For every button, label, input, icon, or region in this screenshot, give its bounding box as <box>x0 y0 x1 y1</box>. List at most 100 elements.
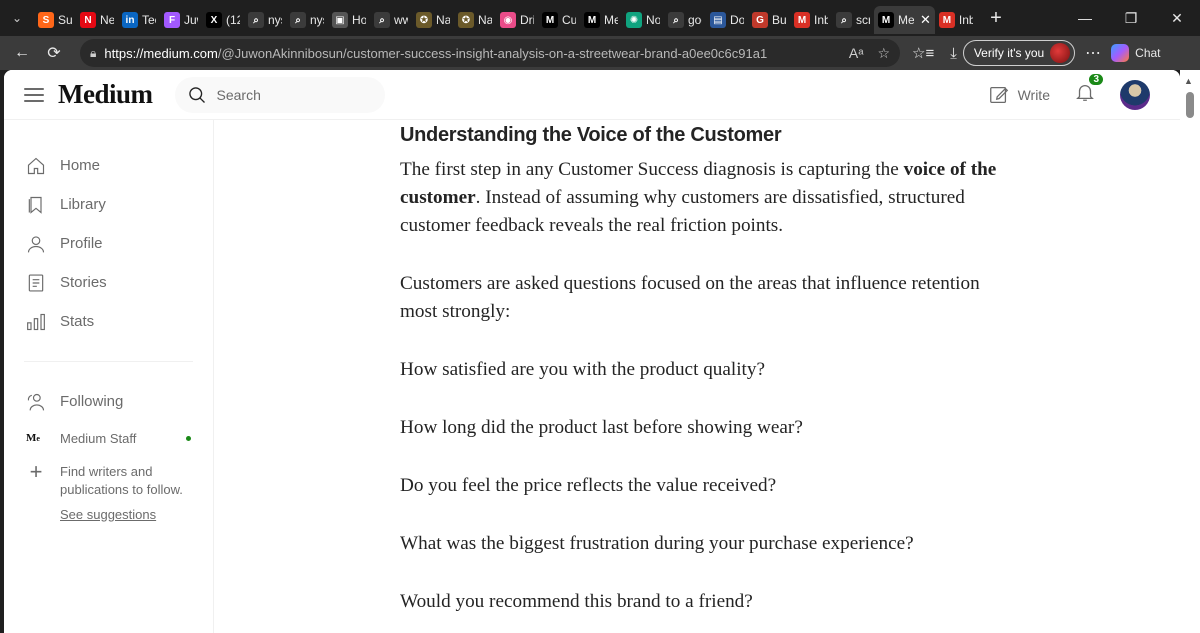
tab-title: Inb <box>814 13 828 27</box>
tab-title: Me <box>604 13 618 27</box>
maximize-button[interactable]: ❐ <box>1108 0 1154 36</box>
download-icon[interactable]: ⤓ <box>950 45 957 62</box>
browser-tab[interactable]: M Me <box>580 6 622 34</box>
site-info-icon[interactable]: 🔒︎ <box>90 46 96 61</box>
gmail-icon: M <box>938 12 955 28</box>
more-options-icon[interactable]: ⋯ <box>1085 43 1101 63</box>
sidebar-item-stats[interactable]: Stats <box>4 302 213 341</box>
write-label: Write <box>1017 86 1050 103</box>
search-icon: ⌕ <box>290 12 306 28</box>
tab-title: Nat <box>436 13 450 27</box>
medium-header: Medium Write 3 <box>4 70 1180 120</box>
notifications-button[interactable]: 3 <box>1074 73 1104 108</box>
tab-title: Me <box>898 13 914 27</box>
browser-tab[interactable]: ✪ Nat <box>454 6 496 34</box>
browser-tab[interactable]: ⌕ scre <box>832 6 874 34</box>
browser-tab[interactable]: ✪ Nat <box>412 6 454 34</box>
scroll-up-arrow-icon[interactable]: ▲ <box>1184 76 1193 86</box>
new-tab-button[interactable]: + <box>981 7 1011 30</box>
copilot-icon <box>1111 44 1130 62</box>
following-medium-staff[interactable]: Me Medium Staff <box>4 421 213 455</box>
browser-tab[interactable]: ⌕ goo <box>664 6 706 34</box>
tab-title: nys <box>310 13 324 27</box>
browser-tab[interactable]: M Me ✕ <box>874 6 935 34</box>
sidebar-item-stories[interactable]: Stories <box>4 263 213 302</box>
url-path: /@JuwonAkinnibosun/customer-success-insi… <box>217 45 768 61</box>
scrollbar-track[interactable] <box>1180 70 1200 633</box>
sidebar-item-library[interactable]: Library <box>4 185 213 224</box>
search-box[interactable] <box>174 76 385 113</box>
url-text[interactable]: https://medium.com/@JuwonAkinnibosun/cus… <box>104 46 849 61</box>
question-paragraph: How long did the product last before sho… <box>400 417 803 438</box>
tab-title: Tec <box>142 13 156 27</box>
figma-icon: F <box>164 12 180 28</box>
browser-tab[interactable]: ◉ Dri <box>496 6 538 34</box>
browser-tab[interactable]: ⌕ nys <box>244 6 286 34</box>
tab-title: Ho <box>352 13 366 27</box>
url-bar[interactable]: 🔒︎ https://medium.com/@JuwonAkinnibosun/… <box>80 39 900 67</box>
chat-label: Chat <box>1135 46 1161 60</box>
search-icon: ⌕ <box>248 12 264 28</box>
tab-title: Not <box>646 13 660 27</box>
stories-icon <box>28 274 44 291</box>
gmail-icon: M <box>794 12 810 28</box>
scrollbar-thumb[interactable] <box>1186 92 1194 118</box>
favorite-star-icon[interactable]: ☆ <box>877 45 890 62</box>
medium-icon: M <box>542 12 558 28</box>
question-paragraph: Do you feel the price reflects the value… <box>400 475 777 496</box>
see-suggestions-link[interactable]: See suggestions <box>4 507 213 522</box>
browser-tab[interactable]: ▣ Ho <box>328 6 370 34</box>
tab-actions-chevron-icon[interactable]: ⌄ <box>0 0 34 36</box>
bookmark-icon <box>28 196 42 214</box>
question-paragraph: How satisfied are you with the product q… <box>400 359 766 380</box>
tab-title: ww <box>394 13 408 27</box>
browser-tab[interactable]: X (12) <box>202 6 244 34</box>
sidebar-item-label: Home <box>60 157 101 174</box>
notification-badge: 3 <box>1088 73 1104 86</box>
refresh-icon[interactable]: ⟳ <box>40 39 68 67</box>
browser-tab[interactable]: F Juw <box>160 6 202 34</box>
copilot-chat-button[interactable]: Chat <box>1111 44 1161 62</box>
browser-tab[interactable]: M Inb <box>935 6 977 34</box>
openai-icon: ✺ <box>626 12 642 28</box>
read-aloud-icon[interactable]: Aᵃ <box>849 45 864 62</box>
sidebar-item-label: Profile <box>60 235 103 252</box>
user-avatar[interactable] <box>1120 79 1150 110</box>
medium-icon: M <box>584 12 600 28</box>
verify-label: Verify it's you <box>973 46 1045 60</box>
browser-tab[interactable]: N Net <box>76 6 118 34</box>
following-icon <box>27 393 45 410</box>
browser-tab[interactable]: ▤ Do <box>706 6 748 34</box>
browser-tab[interactable]: S Sub <box>34 6 76 34</box>
window-controls: — ❐ ✕ <box>1062 0 1200 36</box>
browser-tab[interactable]: M Cus <box>538 6 580 34</box>
minimize-button[interactable]: — <box>1062 0 1108 36</box>
browser-tab[interactable]: M Inb <box>790 6 832 34</box>
page-icon: ▣ <box>332 12 348 28</box>
close-window-button[interactable]: ✕ <box>1154 0 1200 36</box>
close-tab-icon[interactable]: ✕ <box>920 12 931 28</box>
browser-tab[interactable]: ✺ Not <box>622 6 664 34</box>
medium-logo[interactable]: Medium <box>58 79 153 110</box>
browser-tab[interactable]: G Buy <box>748 6 790 34</box>
new-posts-indicator <box>186 435 191 441</box>
section-heading: Understanding the Voice of the Customer <box>400 124 782 146</box>
browser-tab[interactable]: in Tec <box>118 6 160 34</box>
verify-identity-button[interactable]: Verify it's you <box>962 40 1076 66</box>
browser-tab[interactable]: ⌕ ww <box>370 6 412 34</box>
seal-icon: ✪ <box>458 12 474 28</box>
find-writers-item[interactable]: + Find writers and publications to follo… <box>4 461 213 499</box>
browser-tab[interactable]: ⌕ nys <box>286 6 328 34</box>
tab-title: scre <box>856 13 870 27</box>
sidebar-item-profile[interactable]: Profile <box>4 224 213 263</box>
menu-icon[interactable] <box>24 87 44 102</box>
sidebar-item-following[interactable]: Following <box>4 382 213 421</box>
paragraph-questions-intro: Customers are asked questions focused on… <box>400 273 980 322</box>
tab-title: Cus <box>562 13 576 27</box>
back-arrow-icon[interactable]: ← <box>8 39 36 67</box>
tab-title: Sub <box>58 13 72 27</box>
sidebar-item-home[interactable]: Home <box>4 146 213 185</box>
search-input[interactable] <box>216 86 367 103</box>
favorites-list-icon[interactable]: ☆≡ <box>912 44 934 62</box>
write-button[interactable]: Write <box>988 84 1050 106</box>
